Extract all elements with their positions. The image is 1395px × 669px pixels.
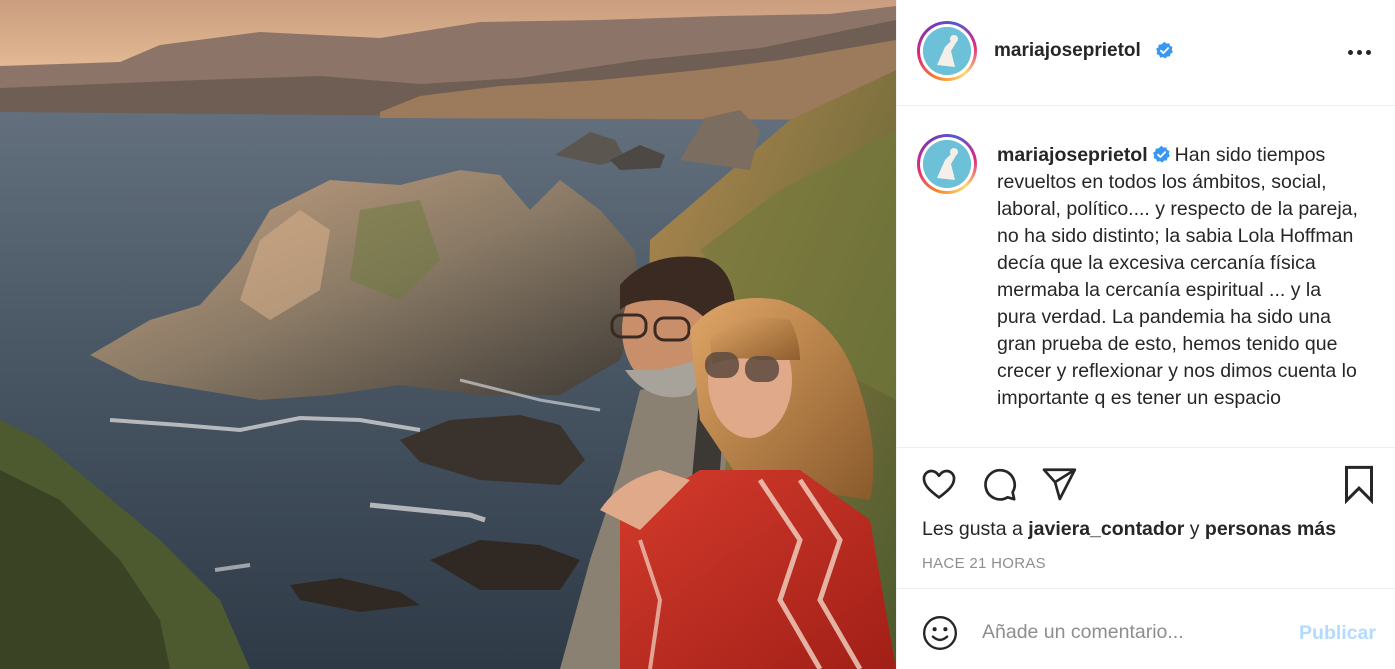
post-photo[interactable] [0, 0, 896, 669]
avatar-image [923, 140, 971, 188]
emoji-smiley-icon[interactable] [921, 614, 959, 652]
heart-icon[interactable] [919, 465, 959, 503]
comment-bubble-icon[interactable] [979, 465, 1019, 503]
more-dot [1365, 49, 1371, 55]
caption-text-block: mariajoseprietol Han sido tiempos revuelt… [997, 142, 1359, 412]
likes-prefix: Les gusta a [922, 518, 1023, 540]
publish-comment-button[interactable]: Publicar [1299, 622, 1376, 645]
verified-badge-icon [1152, 145, 1170, 163]
likes-others-link[interactable]: personas más [1205, 518, 1336, 540]
post-timestamp[interactable]: HACE 21 HORAS [922, 555, 1046, 572]
likes-summary: Les gusta a javiera_contador y personas … [922, 518, 1336, 541]
post-header: mariajoseprietol [897, 0, 1395, 106]
likes-conjunction: y [1189, 518, 1200, 540]
post-side-panel: mariajoseprietol mariajoseprietol Han sid… [896, 0, 1395, 669]
avatar-image [923, 27, 971, 75]
paper-plane-icon[interactable] [1039, 465, 1079, 503]
post-caption: mariajoseprietol Han sido tiempos revuelt… [897, 106, 1395, 448]
caption-username[interactable]: mariajoseprietol [997, 144, 1148, 166]
author-avatar[interactable] [917, 21, 977, 81]
comment-box: Publicar [897, 590, 1395, 669]
more-dot [1356, 49, 1362, 55]
comment-input[interactable] [982, 612, 1282, 652]
liker-username[interactable]: javiera_contador [1028, 518, 1184, 540]
more-options-icon[interactable] [1344, 40, 1374, 64]
post-photo-illustration [0, 0, 896, 669]
more-dot [1347, 49, 1353, 55]
bookmark-icon[interactable] [1341, 464, 1377, 504]
caption-author-avatar[interactable] [917, 134, 977, 194]
caption-body: Han sido tiempos revueltos en todos los … [997, 144, 1358, 409]
verified-badge-icon [1156, 41, 1173, 59]
author-username[interactable]: mariajoseprietol [994, 40, 1141, 62]
